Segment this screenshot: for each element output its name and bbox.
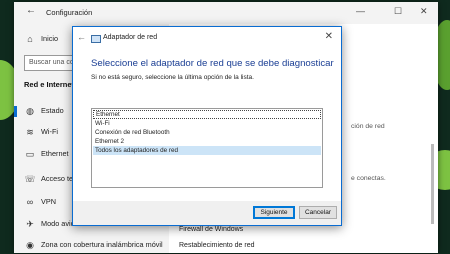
network-adapter-icon bbox=[91, 35, 101, 43]
vpn-icon: ∞ bbox=[26, 197, 34, 207]
dialog-heading: Seleccione el adaptador de red que se de… bbox=[91, 58, 334, 69]
list-item[interactable]: Wi-Fi bbox=[93, 119, 321, 128]
globe-icon: ◍ bbox=[26, 106, 34, 116]
wifi-icon: ≋ bbox=[26, 127, 34, 137]
dialog-instruction: Si no está seguro, seleccione la última … bbox=[91, 74, 254, 81]
firewall-link[interactable]: Firewall de Windows bbox=[179, 226, 243, 233]
back-arrow-icon[interactable]: ← bbox=[77, 32, 86, 42]
list-item[interactable]: Ethernet 2 bbox=[93, 137, 321, 146]
sidebar-item-label: Inicio bbox=[41, 34, 59, 43]
back-arrow-icon[interactable]: ← bbox=[26, 5, 36, 16]
sidebar-item-label: Ethernet bbox=[41, 149, 69, 158]
sidebar-item-label: Estado bbox=[41, 106, 64, 115]
network-adapter-dialog: ← Adaptador de red ✕ Seleccione el adapt… bbox=[72, 26, 342, 226]
section-title: Red e Internet bbox=[24, 80, 75, 89]
network-reset-link[interactable]: Restablecimiento de red bbox=[179, 242, 255, 249]
dialog-title: Adaptador de red bbox=[103, 34, 158, 41]
airplane-icon: ✈ bbox=[26, 219, 34, 229]
ethernet-icon: ▭ bbox=[25, 149, 35, 159]
scrollbar[interactable] bbox=[431, 144, 434, 224]
minimize-icon[interactable]: — bbox=[356, 6, 365, 16]
main-partial-text: e conectas. bbox=[351, 175, 386, 182]
list-item[interactable]: Ethernet bbox=[93, 110, 321, 119]
window-title: Configuración bbox=[46, 8, 93, 17]
sidebar-item-label: Wi-Fi bbox=[41, 127, 59, 136]
title-bar: ← Configuración — ☐ ✕ bbox=[14, 2, 438, 24]
cancel-button[interactable]: Cancelar bbox=[299, 206, 337, 219]
sidebar-item-hotspot[interactable]: ◉ Zona con cobertura inalámbrica móvil bbox=[14, 236, 174, 254]
close-icon[interactable]: ✕ bbox=[420, 6, 428, 17]
next-button[interactable]: Siguiente bbox=[253, 206, 295, 219]
sidebar-item-label: VPN bbox=[41, 197, 57, 206]
hotspot-icon: ◉ bbox=[26, 240, 34, 250]
phone-icon: ☏ bbox=[24, 174, 36, 184]
main-partial-text: ción de red bbox=[351, 123, 385, 130]
adapter-listbox[interactable]: Ethernet Wi-Fi Conexión de red Bluetooth… bbox=[91, 108, 323, 188]
active-indicator bbox=[14, 106, 17, 117]
sidebar-item-label: Zona con cobertura inalámbrica móvil bbox=[41, 240, 163, 249]
close-icon[interactable]: ✕ bbox=[325, 31, 333, 42]
maximize-icon[interactable]: ☐ bbox=[394, 6, 402, 17]
dialog-footer: Siguiente Cancelar bbox=[73, 201, 341, 225]
home-icon: ⌂ bbox=[27, 34, 33, 44]
list-item[interactable]: Conexión de red Bluetooth bbox=[93, 128, 321, 137]
list-item[interactable]: Todos los adaptadores de red bbox=[93, 146, 321, 155]
